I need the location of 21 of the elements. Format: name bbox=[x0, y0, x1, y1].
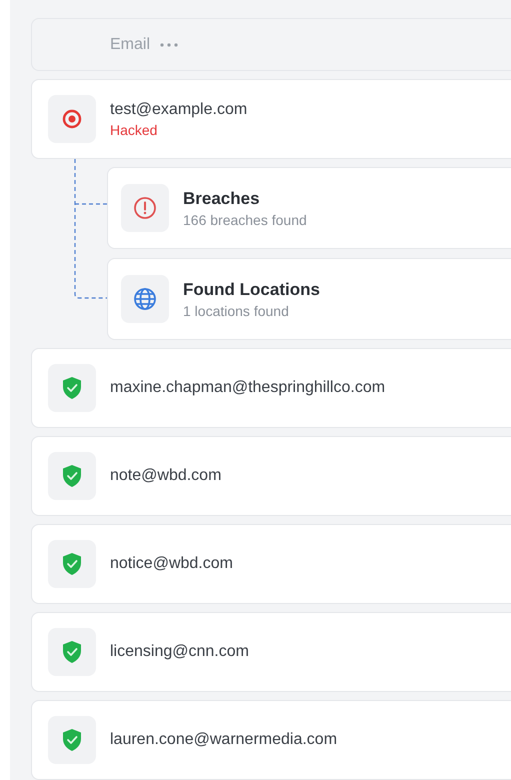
finding-title: Breaches bbox=[183, 188, 261, 209]
email-address: maxine.chapman@thespringhillco.com bbox=[110, 379, 386, 398]
shield-check-icon bbox=[61, 464, 83, 488]
email-address: notice@wbd.com bbox=[110, 555, 233, 574]
email-address: note@wbd.com bbox=[110, 467, 222, 486]
shield-check-icon bbox=[61, 640, 83, 664]
globe-icon bbox=[133, 287, 157, 312]
status-label: Hacked bbox=[110, 122, 158, 138]
target-icon bbox=[62, 109, 82, 130]
more-icon[interactable] bbox=[160, 42, 178, 47]
alert-circle-icon bbox=[133, 196, 157, 220]
email-address: test@example.com bbox=[110, 100, 248, 119]
shield-check-icon bbox=[61, 552, 83, 576]
column-header: Email bbox=[110, 36, 150, 54]
email-address: lauren.cone@warnermedia.com bbox=[110, 731, 338, 750]
shield-check-icon bbox=[61, 376, 83, 400]
finding-count: 166 breaches found bbox=[183, 212, 307, 228]
shield-check-icon bbox=[61, 728, 83, 752]
finding-count: 1 locations found bbox=[183, 302, 290, 319]
email-address: licensing@cnn.com bbox=[110, 643, 249, 662]
finding-title: Found Locations bbox=[183, 280, 320, 300]
